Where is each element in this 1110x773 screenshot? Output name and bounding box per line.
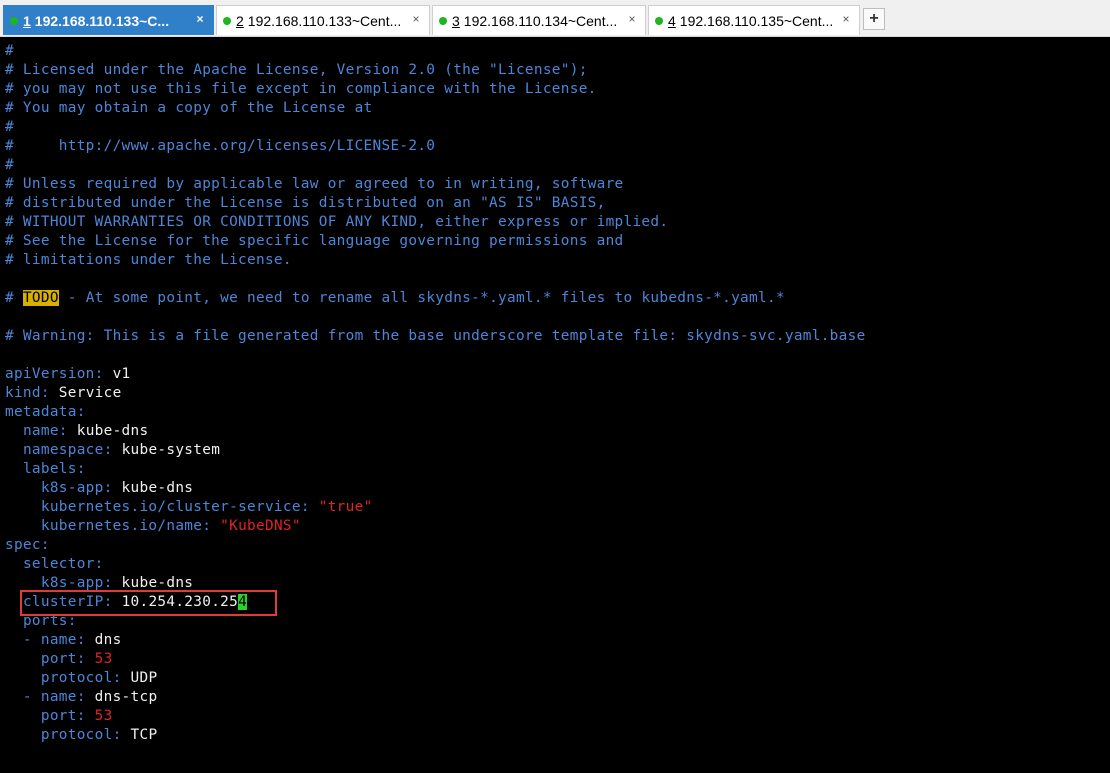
- yaml-key: k8s-app: [40, 480, 104, 496]
- yaml-key: selector: [22, 556, 95, 572]
- comment-line: #: [5, 157, 14, 173]
- yaml-key: namespace: [22, 442, 104, 458]
- todo-marker: TODO: [22, 290, 59, 306]
- yaml-line-cluster-service: kubernetes.io/cluster-service: "true": [40, 499, 373, 515]
- yaml-value: TCP: [130, 727, 158, 743]
- connected-status-icon: [223, 16, 231, 25]
- tab-label: 192.168.110.133~Cent...: [247, 12, 402, 29]
- yaml-number-value: 53: [94, 651, 113, 667]
- tab-label: 192.168.110.133~C...: [34, 12, 170, 29]
- yaml-key: name: [40, 632, 77, 648]
- yaml-key: port: [40, 708, 77, 724]
- tab-number: 3: [452, 12, 460, 29]
- yaml-value: dns-tcp: [94, 689, 158, 705]
- todo-prefix: #: [5, 290, 23, 306]
- tab-number: 4: [668, 12, 676, 29]
- tab-session-2[interactable]: 2 192.168.110.133~Cent... ×: [216, 5, 430, 35]
- yaml-string-value: "KubeDNS": [220, 518, 301, 534]
- comment-line: #: [5, 119, 14, 135]
- tab-label: 192.168.110.135~Cent...: [679, 12, 834, 29]
- yaml-line-namespace: namespace: kube-system: [22, 442, 221, 458]
- yaml-key: protocol: [40, 670, 113, 686]
- yaml-key: port: [40, 651, 77, 667]
- close-icon[interactable]: ×: [839, 12, 853, 26]
- tab-session-1[interactable]: 1 192.168.110.133~C... ×: [3, 5, 214, 35]
- yaml-value: Service: [58, 385, 122, 401]
- connected-status-icon: [10, 16, 18, 25]
- comment-line: # limitations under the License.: [5, 252, 292, 268]
- tab-number: 2: [236, 12, 244, 29]
- session-tab-bar: 1 192.168.110.133~C... × 2 192.168.110.133…: [0, 0, 1110, 37]
- yaml-number-value: 53: [94, 708, 113, 724]
- yaml-line-kube-name: kubernetes.io/name: "KubeDNS": [40, 518, 301, 534]
- clusterip-highlight-box: [20, 590, 277, 616]
- yaml-key: kind: [5, 385, 41, 401]
- yaml-value: dns: [94, 632, 122, 648]
- comment-line: # distributed under the License is distr…: [5, 195, 606, 211]
- tab-session-4[interactable]: 4 192.168.110.135~Cent... ×: [648, 5, 860, 35]
- yaml-key: protocol: [40, 727, 113, 743]
- yaml-line-port2-protocol: protocol: TCP: [40, 727, 158, 743]
- yaml-value: kube-dns: [121, 480, 194, 496]
- yaml-line-selector: selector:: [22, 556, 104, 572]
- close-icon[interactable]: ×: [193, 12, 207, 26]
- yaml-value: kube-dns: [76, 423, 149, 439]
- yaml-line-apiversion: apiVersion: v1: [5, 366, 131, 382]
- yaml-key: spec: [5, 537, 41, 553]
- terminal-editor[interactable]: # # Licensed under the Apache License, V…: [0, 37, 1110, 773]
- yaml-line-name: name: kube-dns: [22, 423, 149, 439]
- yaml-key: name: [40, 689, 77, 705]
- comment-line: # http://www.apache.org/licenses/LICENSE…: [5, 138, 436, 154]
- yaml-line-port2-name: - name: dns-tcp: [5, 689, 158, 705]
- yaml-string-value: "true": [318, 499, 373, 515]
- warning-comment-line: # Warning: This is a file generated from…: [5, 328, 866, 344]
- close-icon[interactable]: ×: [409, 12, 423, 26]
- yaml-line-labels: labels:: [22, 461, 86, 477]
- tab-number: 1: [23, 12, 31, 29]
- yaml-line-port1-protocol: protocol: UDP: [40, 670, 158, 686]
- yaml-value: v1: [112, 366, 131, 382]
- yaml-key: apiVersion: [5, 366, 95, 382]
- comment-line: # You may obtain a copy of the License a…: [5, 100, 373, 116]
- comment-line: #: [5, 43, 14, 59]
- comment-line: # Unless required by applicable law or a…: [5, 176, 624, 192]
- yaml-key: labels: [22, 461, 77, 477]
- add-tab-button[interactable]: +: [863, 8, 885, 30]
- yaml-value: kube-dns: [121, 575, 194, 591]
- todo-comment-line: # TODO - At some point, we need to renam…: [5, 289, 785, 308]
- tab-label: 192.168.110.134~Cent...: [463, 12, 618, 29]
- close-icon[interactable]: ×: [625, 12, 639, 26]
- comment-line: # See the License for the specific langu…: [5, 233, 624, 249]
- yaml-line-kind: kind: Service: [5, 385, 122, 401]
- yaml-value: kube-system: [121, 442, 221, 458]
- yaml-line-port1-port: port: 53: [40, 651, 113, 667]
- yaml-line-spec: spec:: [5, 537, 50, 553]
- yaml-line-port2-port: port: 53: [40, 708, 113, 724]
- comment-line: # WITHOUT WARRANTIES OR CONDITIONS OF AN…: [5, 214, 669, 230]
- yaml-key: metadata: [5, 404, 77, 420]
- yaml-key: kubernetes.io/cluster-service: [40, 499, 301, 515]
- yaml-key: k8s-app: [40, 575, 104, 591]
- yaml-key: name: [22, 423, 59, 439]
- comment-line: # you may not use this file except in co…: [5, 81, 597, 97]
- tab-session-3[interactable]: 3 192.168.110.134~Cent... ×: [432, 5, 646, 35]
- connected-status-icon: [439, 16, 447, 25]
- todo-text: - At some point, we need to rename all s…: [58, 290, 785, 306]
- yaml-line-metadata: metadata:: [5, 404, 86, 420]
- connected-status-icon: [655, 16, 663, 25]
- yaml-value: UDP: [130, 670, 158, 686]
- yaml-key: kubernetes.io/name: [40, 518, 203, 534]
- comment-line: # Licensed under the Apache License, Ver…: [5, 62, 588, 78]
- yaml-line-k8s-app: k8s-app: kube-dns: [40, 480, 194, 496]
- yaml-line-port1-name: - name: dns: [5, 632, 122, 648]
